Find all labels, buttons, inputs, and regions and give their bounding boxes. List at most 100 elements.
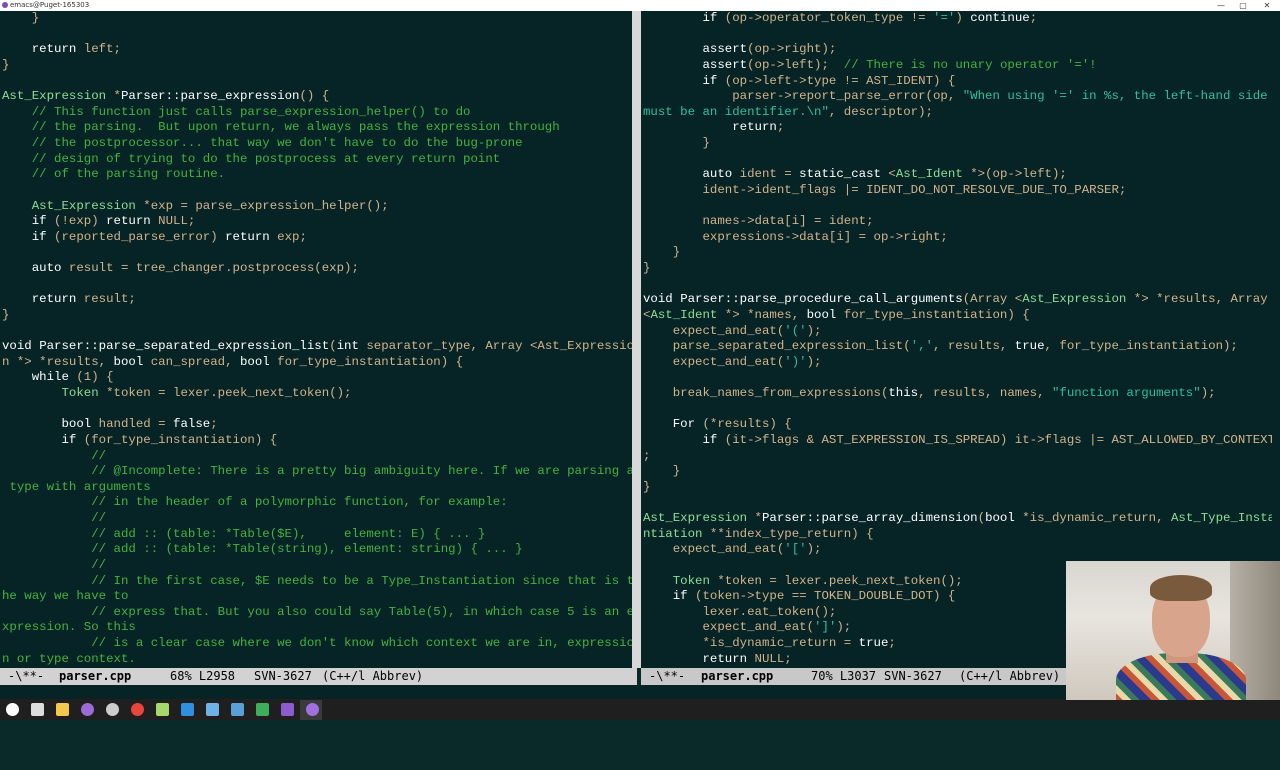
emacs-icon[interactable]	[81, 703, 94, 716]
code-line[interactable]: //	[2, 511, 632, 527]
code-line[interactable]: ​	[643, 152, 1272, 168]
tools-icon[interactable]	[206, 703, 219, 716]
code-line[interactable]: // add :: (table: *Table(string), elemen…	[2, 542, 632, 558]
code-line[interactable]: if (op->operator_token_type != '=') cont…	[643, 11, 1272, 27]
code-line[interactable]: expect_and_eat('[');	[643, 542, 1272, 558]
modeline-mode[interactable]: (C++/l Abbrev)	[959, 668, 1060, 685]
code-line[interactable]: // @Incomplete: There is a pretty big am…	[2, 464, 632, 480]
code-line[interactable]: assert(op->right);	[643, 42, 1272, 58]
code-line[interactable]: xpression. So this	[2, 620, 632, 636]
code-line[interactable]: ;	[643, 449, 1272, 465]
code-line[interactable]: if (!exp) return NULL;	[2, 214, 632, 230]
modeline-vc[interactable]: SVN-3627	[254, 668, 312, 685]
start-icon[interactable]	[6, 703, 19, 716]
code-line[interactable]: assert(op->left); // There is no unary o…	[643, 58, 1272, 74]
code-line[interactable]: expect_and_eat(')');	[643, 355, 1272, 371]
code-line[interactable]: names->data[i] = ident;	[643, 214, 1272, 230]
code-line[interactable]: }	[643, 245, 1272, 261]
code-line[interactable]: For (*results) {	[643, 417, 1272, 433]
maximize-button[interactable]: ▢	[1232, 0, 1254, 11]
code-line[interactable]: Token *token = lexer.peek_next_token();	[2, 386, 632, 402]
terminal-icon[interactable]	[231, 703, 244, 716]
code-line[interactable]: void Parser::parse_separated_expression_…	[2, 339, 632, 355]
code-line[interactable]: auto ident = static_cast <Ast_Ident *>(o…	[643, 167, 1272, 183]
code-line[interactable]: ntiation **index_type_return) {	[643, 527, 1272, 543]
code-line[interactable]: if (op->left->type != AST_IDENT) {	[643, 74, 1272, 90]
code-line[interactable]: // add :: (table: *Table($E), element: E…	[2, 527, 632, 543]
code-line[interactable]: while (1) {	[2, 370, 632, 386]
code-line[interactable]: }	[643, 261, 1272, 277]
code-line[interactable]: ​	[2, 27, 632, 43]
code-line[interactable]: }	[643, 480, 1272, 496]
code-line[interactable]: }	[2, 308, 632, 324]
code-line[interactable]: return;	[643, 120, 1272, 136]
editor-pane-left[interactable]: }​ return left;}​Ast_Expression *Parser:…	[0, 11, 632, 668]
modeline-buffer-name[interactable]: parser.cpp	[59, 668, 131, 685]
modeline-vc[interactable]: SVN-3627	[884, 668, 942, 685]
code-line[interactable]: // the parsing. But upon return, we alwa…	[2, 120, 632, 136]
code-line[interactable]: parser->report_parse_error(op, "When usi…	[643, 89, 1272, 105]
code-line[interactable]: n or type context.	[2, 652, 632, 668]
code-line[interactable]: n *> *results, bool can_spread, bool for…	[2, 355, 632, 371]
code-line[interactable]: must be an identifier.\n", descriptor);	[643, 105, 1272, 121]
code-line[interactable]: // is a clear case where we don't know w…	[2, 636, 632, 652]
code-line[interactable]: // the postprocessor... that way we don'…	[2, 136, 632, 152]
settings-icon[interactable]	[106, 703, 119, 716]
code-line[interactable]: ​	[643, 402, 1272, 418]
code-line[interactable]: ​	[643, 199, 1272, 215]
code-line[interactable]: ​	[643, 495, 1272, 511]
code-line[interactable]: // design of trying to do the postproces…	[2, 152, 632, 168]
modeline-right[interactable]: -\**- parser.cpp 70% L3037 SVN-3627 (C++…	[641, 668, 1066, 685]
code-area-left[interactable]: }​ return left;}​Ast_Expression *Parser:…	[2, 11, 632, 667]
code-line[interactable]: }	[2, 11, 632, 27]
window-divider[interactable]	[632, 11, 641, 668]
code-line[interactable]: Ast_Expression *Parser::parse_array_dime…	[643, 511, 1272, 527]
visual-studio-icon[interactable]	[281, 703, 294, 716]
code-line[interactable]: ​	[643, 277, 1272, 293]
code-line[interactable]: // of the parsing routine.	[2, 167, 632, 183]
code-line[interactable]: ident->ident_flags |= IDENT_DO_NOT_RESOL…	[643, 183, 1272, 199]
code-line[interactable]: expressions->data[i] = op->right;	[643, 230, 1272, 246]
code-line[interactable]: ​	[2, 324, 632, 340]
modeline-left[interactable]: -\**- parser.cpp 68% L2958 SVN-3627 (C++…	[0, 668, 637, 685]
code-line[interactable]: ​	[643, 27, 1272, 43]
code-line[interactable]: auto result = tree_changer.postprocess(e…	[2, 261, 632, 277]
code-line[interactable]: ​	[2, 277, 632, 293]
code-line[interactable]: Ast_Expression *Parser::parse_expression…	[2, 89, 632, 105]
code-line[interactable]: if (reported_parse_error) return exp;	[2, 230, 632, 246]
code-line[interactable]: Ast_Expression *exp = parse_expression_h…	[2, 199, 632, 215]
code-line[interactable]: ​	[2, 245, 632, 261]
code-line[interactable]: //	[2, 449, 632, 465]
code-line[interactable]: // in the header of a polymorphic functi…	[2, 495, 632, 511]
code-line[interactable]: void Parser::parse_procedure_call_argume…	[643, 292, 1272, 308]
close-button[interactable]: ✕	[1256, 0, 1278, 11]
task-view-icon[interactable]	[31, 703, 44, 716]
code-line[interactable]: // This function just calls parse_expres…	[2, 105, 632, 121]
notepad-icon[interactable]	[156, 703, 169, 716]
modeline-mode[interactable]: (C++/l Abbrev)	[322, 668, 423, 685]
green-app-icon[interactable]	[256, 703, 269, 716]
code-line[interactable]: }	[2, 58, 632, 74]
code-line[interactable]: bool handled = false;	[2, 417, 632, 433]
minimize-button[interactable]: —	[1210, 0, 1232, 11]
code-line[interactable]: }	[643, 136, 1272, 152]
code-line[interactable]: // In the first case, $E needs to be a T…	[2, 574, 632, 590]
code-line[interactable]: break_names_from_expressions(this, resul…	[643, 386, 1272, 402]
code-line[interactable]: ​	[2, 74, 632, 90]
code-line[interactable]: }	[643, 464, 1272, 480]
code-line[interactable]: // express that. But you also could say …	[2, 605, 632, 621]
code-line[interactable]: ​	[2, 183, 632, 199]
code-line[interactable]: expect_and_eat('(');	[643, 324, 1272, 340]
code-line[interactable]: ​	[2, 402, 632, 418]
code-line[interactable]: if (for_type_instantiation) {	[2, 433, 632, 449]
emacs-active-icon[interactable]	[306, 703, 319, 716]
code-line[interactable]: ​	[643, 370, 1272, 386]
chrome-icon[interactable]	[131, 703, 144, 716]
code-line[interactable]: //	[2, 558, 632, 574]
code-line[interactable]: if (it->flags & AST_EXPRESSION_IS_SPREAD…	[643, 433, 1273, 449]
file-explorer-icon[interactable]	[56, 703, 69, 716]
code-line[interactable]: parse_separated_expression_list(',', res…	[643, 339, 1272, 355]
ie-icon[interactable]	[181, 703, 194, 716]
code-line[interactable]: return left;	[2, 42, 632, 58]
code-line[interactable]: <Ast_Ident *> *names, bool for_type_inst…	[643, 308, 1272, 324]
